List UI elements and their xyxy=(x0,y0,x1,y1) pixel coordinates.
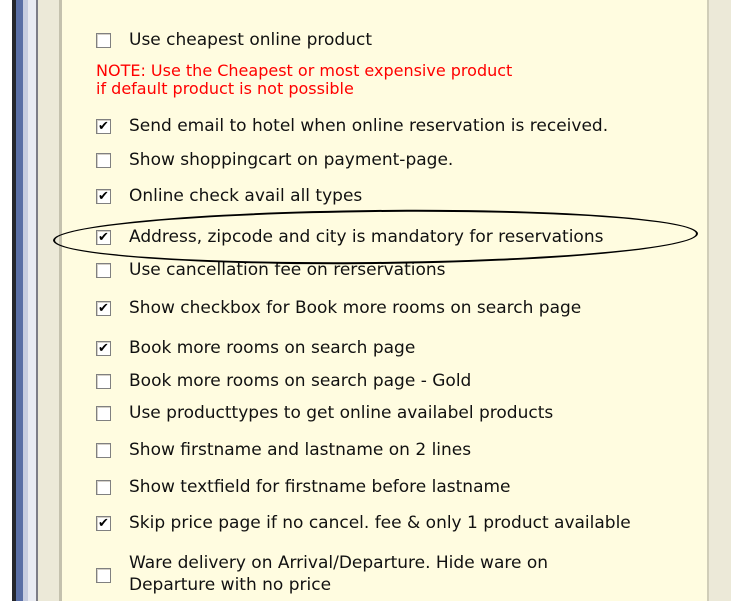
option-label: Ware delivery on Arrival/Departure. Hide… xyxy=(129,552,548,596)
option-label: Skip price page if no cancel. fee & only… xyxy=(129,513,631,533)
checkbox[interactable] xyxy=(96,405,111,421)
checkbox[interactable]: ✔ xyxy=(96,340,111,356)
option-label: Use producttypes to get online availabel… xyxy=(129,403,554,423)
checkbox[interactable] xyxy=(96,32,111,48)
checkbox[interactable]: ✔ xyxy=(96,118,111,134)
checkbox[interactable] xyxy=(96,479,111,495)
option-label: Show shoppingcart on payment-page. xyxy=(129,150,454,170)
note-line-2: if default product is not possible xyxy=(96,79,354,98)
option-label-line-2: Departure with no price xyxy=(129,575,332,595)
option-send-email-to-hotel[interactable]: ✔ Send email to hotel when online reserv… xyxy=(96,114,608,138)
option-show-shoppingcart[interactable]: Show shoppingcart on payment-page. xyxy=(96,148,453,172)
option-book-more-rooms-gold[interactable]: Book more rooms on search page - Gold xyxy=(96,369,471,393)
option-label: Show checkbox for Book more rooms on sea… xyxy=(129,298,582,318)
option-use-cancellation-fee[interactable]: Use cancellation fee on rerservations xyxy=(96,258,446,282)
option-use-producttypes[interactable]: Use producttypes to get online availabel… xyxy=(96,401,553,425)
checkbox[interactable] xyxy=(96,373,111,389)
checkbox[interactable]: ✔ xyxy=(96,188,111,204)
note-line-1: NOTE: Use the Cheapest or most expensive… xyxy=(96,61,513,80)
option-label-line-1: Ware delivery on Arrival/Departure. Hide… xyxy=(129,553,549,573)
option-label: Use cancellation fee on rerservations xyxy=(129,260,446,280)
checkbox[interactable]: ✔ xyxy=(96,515,111,531)
option-book-more-rooms[interactable]: ✔ Book more rooms on search page xyxy=(96,336,415,360)
option-label: Online check avail all types xyxy=(129,186,363,206)
note-text: NOTE: Use the Cheapest or most expensive… xyxy=(96,62,696,98)
checkbox[interactable] xyxy=(96,262,111,278)
option-skip-price-page[interactable]: ✔ Skip price page if no cancel. fee & on… xyxy=(96,511,631,535)
option-label: Use cheapest online product xyxy=(129,30,372,50)
option-online-check-avail-all-types[interactable]: ✔ Online check avail all types xyxy=(96,184,362,208)
options-panel: Use cheapest online product NOTE: Use th… xyxy=(62,0,707,601)
option-address-mandatory[interactable]: ✔ Address, zipcode and city is mandatory… xyxy=(96,225,603,249)
checkbox[interactable] xyxy=(96,152,111,168)
panel-right-edge xyxy=(707,0,731,601)
option-label: Show textfield for firstname before last… xyxy=(129,477,511,497)
option-show-checkbox-book-more-rooms[interactable]: ✔ Show checkbox for Book more rooms on s… xyxy=(96,296,581,320)
option-firstname-lastname-2-lines[interactable]: Show firstname and lastname on 2 lines xyxy=(96,438,471,462)
option-ware-delivery[interactable]: Ware delivery on Arrival/Departure. Hide… xyxy=(96,552,548,596)
option-label: Show firstname and lastname on 2 lines xyxy=(129,440,472,460)
option-label: Book more rooms on search page xyxy=(129,338,416,358)
checkbox[interactable] xyxy=(96,442,111,458)
option-label: Send email to hotel when online reservat… xyxy=(129,116,609,136)
checkbox[interactable]: ✔ xyxy=(96,300,111,316)
checkbox[interactable] xyxy=(96,567,111,583)
option-textfield-firstname-before-lastname[interactable]: Show textfield for firstname before last… xyxy=(96,475,511,499)
option-label: Book more rooms on search page - Gold xyxy=(129,371,472,391)
option-use-cheapest-online-product[interactable]: Use cheapest online product xyxy=(96,28,372,52)
option-label: Address, zipcode and city is mandatory f… xyxy=(129,227,604,247)
window-frame-left xyxy=(0,0,62,601)
checkbox[interactable]: ✔ xyxy=(96,229,111,245)
